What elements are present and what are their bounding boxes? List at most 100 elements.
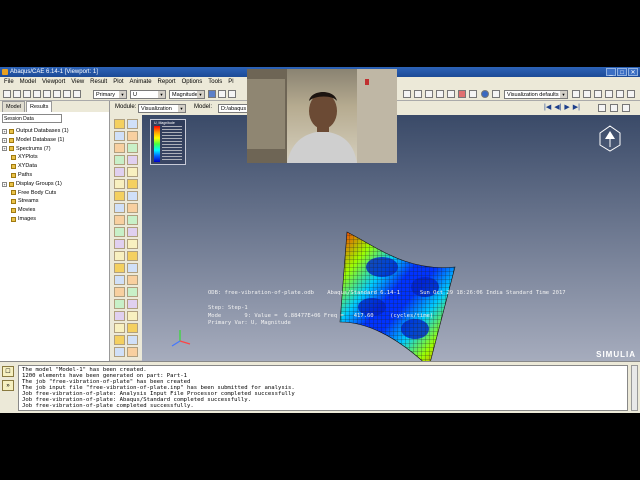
- toolbox-tool-icon[interactable]: [127, 191, 138, 201]
- previous-frame-button[interactable]: ◀|: [554, 103, 561, 111]
- toolbar-icon[interactable]: [594, 90, 602, 98]
- tree-item[interactable]: XYData: [2, 162, 69, 171]
- frame-icon[interactable]: [610, 104, 618, 112]
- toolbox-tool-icon[interactable]: [114, 167, 125, 177]
- move-icon[interactable]: [218, 90, 226, 98]
- tree-item[interactable]: + Output Databases (1): [2, 127, 69, 136]
- menu-view[interactable]: View: [71, 79, 84, 85]
- toolbox-tool-icon[interactable]: [127, 263, 138, 273]
- menu-report[interactable]: Report: [158, 79, 176, 85]
- toolbar-icon[interactable]: [583, 90, 591, 98]
- component-combo[interactable]: Magnitude ▼: [169, 90, 205, 99]
- toolbox-tool-icon[interactable]: [114, 275, 125, 285]
- toolbox-tool-icon[interactable]: [114, 239, 125, 249]
- menu-viewport[interactable]: Viewport: [42, 79, 65, 85]
- tree-item[interactable]: Movies: [2, 206, 69, 215]
- view-icon[interactable]: [436, 90, 444, 98]
- toolbox-tool-icon[interactable]: [114, 323, 125, 333]
- toolbox-tool-icon[interactable]: [127, 227, 138, 237]
- module-combo[interactable]: Visualization ▼: [138, 104, 186, 113]
- toolbox-tool-icon[interactable]: [114, 299, 125, 309]
- toolbox-tool-icon[interactable]: [127, 203, 138, 213]
- toolbar-icon[interactable]: [627, 90, 635, 98]
- toolbox-tool-icon[interactable]: [127, 215, 138, 225]
- toolbox-tool-icon[interactable]: [114, 119, 125, 129]
- view-defaults-combo[interactable]: Visualization defaults ▼: [504, 90, 568, 99]
- toolbox-tool-icon[interactable]: [114, 251, 125, 261]
- camera-icon[interactable]: [598, 104, 606, 112]
- menu-model[interactable]: Model: [20, 79, 36, 85]
- close-button[interactable]: ✕: [628, 68, 638, 76]
- toolbox-tool-icon[interactable]: [114, 287, 125, 297]
- toolbox-tool-icon[interactable]: [127, 131, 138, 141]
- menu-tools[interactable]: Tools: [208, 79, 222, 85]
- view-icon[interactable]: [403, 90, 411, 98]
- tab-model[interactable]: Model: [2, 101, 25, 112]
- minimize-button[interactable]: _: [606, 68, 616, 76]
- primary-combo[interactable]: Primary ▼: [93, 90, 127, 99]
- toolbox-tool-icon[interactable]: [127, 239, 138, 249]
- toolbox-tool-icon[interactable]: [114, 347, 125, 357]
- play-button[interactable]: ▶: [564, 103, 569, 111]
- copy-icon[interactable]: [43, 90, 51, 98]
- toolbox-tool-icon[interactable]: [114, 227, 125, 237]
- tree-item[interactable]: + Display Groups (1): [2, 180, 69, 189]
- message-scrollbar[interactable]: [631, 365, 638, 411]
- toolbox-tool-icon[interactable]: [114, 311, 125, 321]
- toolbox-tool-icon[interactable]: [114, 263, 125, 273]
- menu-options[interactable]: Options: [182, 79, 203, 85]
- toolbox-tool-icon[interactable]: [114, 191, 125, 201]
- view-icon[interactable]: [414, 90, 422, 98]
- expand-icon[interactable]: +: [2, 137, 7, 143]
- tree-item[interactable]: Free Body Cuts: [2, 189, 69, 198]
- maximize-button[interactable]: □: [617, 68, 627, 76]
- toolbox-tool-icon[interactable]: [127, 275, 138, 285]
- toolbox-tool-icon[interactable]: [127, 299, 138, 309]
- view-cube-icon[interactable]: [598, 123, 622, 153]
- options-icon[interactable]: [622, 104, 630, 112]
- toolbar-icon[interactable]: [572, 90, 580, 98]
- tree-item[interactable]: Streams: [2, 197, 69, 206]
- toolbox-tool-icon[interactable]: [127, 287, 138, 297]
- zoom-icon[interactable]: [228, 90, 236, 98]
- toolbox-tool-icon[interactable]: [114, 131, 125, 141]
- view-icon[interactable]: [469, 90, 477, 98]
- toolbox-tool-icon[interactable]: [127, 179, 138, 189]
- view-icon[interactable]: [425, 90, 433, 98]
- message-log[interactable]: The model "Model-1" has been created. 120…: [18, 365, 628, 411]
- toolbox-tool-icon[interactable]: [114, 335, 125, 345]
- toolbox-tool-icon[interactable]: [127, 323, 138, 333]
- print-icon[interactable]: [33, 90, 41, 98]
- rotate-icon[interactable]: [73, 90, 81, 98]
- toolbox-tool-icon[interactable]: [127, 347, 138, 357]
- toolbar-icon[interactable]: [605, 90, 613, 98]
- toolbox-tool-icon[interactable]: [114, 143, 125, 153]
- settings-icon[interactable]: [492, 90, 500, 98]
- menu-plot[interactable]: Plot: [113, 79, 123, 85]
- sync-icon[interactable]: [208, 90, 216, 98]
- new-file-icon[interactable]: [3, 90, 11, 98]
- toolbox-tool-icon[interactable]: [127, 155, 138, 165]
- variable-combo[interactable]: U ▼: [130, 90, 166, 99]
- toolbar-icon[interactable]: [616, 90, 624, 98]
- menu-plugins[interactable]: Pl: [228, 79, 233, 85]
- menu-animate[interactable]: Animate: [130, 79, 152, 85]
- toolbox-tool-icon[interactable]: [114, 203, 125, 213]
- toolbox-tool-icon[interactable]: [127, 251, 138, 261]
- expand-icon[interactable]: +: [2, 128, 7, 134]
- paste-icon[interactable]: [53, 90, 61, 98]
- tree-item[interactable]: XYPlots: [2, 153, 69, 162]
- expand-icon[interactable]: +: [2, 146, 7, 152]
- view-icon[interactable]: [458, 90, 466, 98]
- toolbox-tool-icon[interactable]: [114, 155, 125, 165]
- tree-item[interactable]: + Spectrums (7): [2, 145, 69, 154]
- toolbox-tool-icon[interactable]: [127, 335, 138, 345]
- toolbox-tool-icon[interactable]: [127, 143, 138, 153]
- command-line-icon[interactable]: »: [2, 380, 14, 391]
- info-icon[interactable]: [481, 90, 489, 98]
- message-area-icon[interactable]: ☐: [2, 366, 14, 377]
- expand-icon[interactable]: +: [2, 181, 7, 187]
- pan-icon[interactable]: [63, 90, 71, 98]
- toolbox-tool-icon[interactable]: [127, 311, 138, 321]
- save-icon[interactable]: [23, 90, 31, 98]
